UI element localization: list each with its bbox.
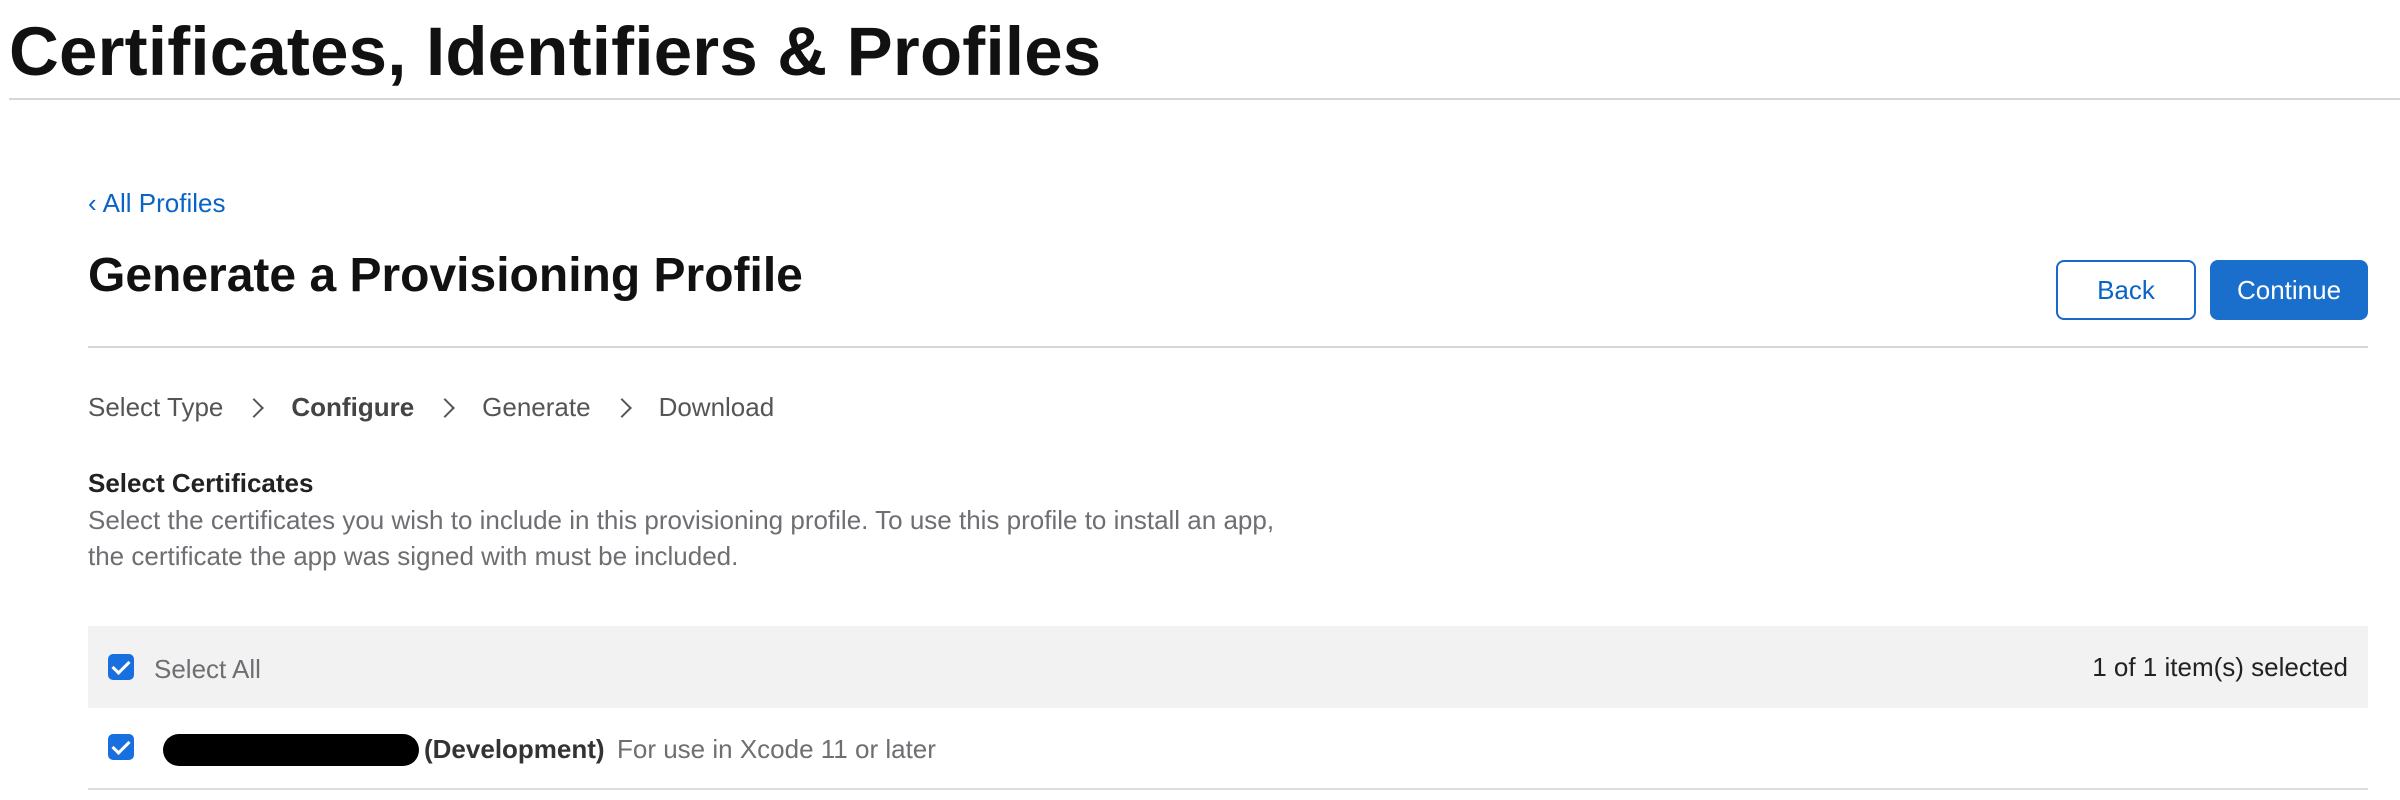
- select-certificates-description: Select the certificates you wish to incl…: [88, 502, 1388, 574]
- back-button[interactable]: Back: [2056, 260, 2196, 320]
- page: Certificates, Identifiers & Profiles ‹ Al…: [0, 0, 2400, 800]
- app-title: Certificates, Identifiers & Profiles: [9, 13, 1102, 90]
- step-configure: Configure: [291, 392, 415, 422]
- chevron-right-icon: [611, 397, 632, 418]
- continue-button[interactable]: Continue: [2210, 260, 2368, 320]
- all-profiles-link-label: All Profiles: [102, 188, 226, 218]
- chevron-right-icon: [435, 397, 456, 418]
- description-line: the certificate the app was signed with …: [88, 541, 739, 571]
- certificate-type: (Development): [424, 734, 605, 764]
- chevron-left-icon: ‹: [88, 188, 97, 218]
- selected-count: 1 of 1 item(s) selected: [2092, 652, 2348, 682]
- certificate-checkbox[interactable]: [108, 734, 134, 760]
- description-line: Select the certificates you wish to incl…: [88, 505, 1275, 535]
- redacted-certificate-name: [163, 734, 419, 766]
- step-breadcrumb: Select Type Configure Generate Download: [88, 392, 774, 423]
- certificate-note: For use in Xcode 11 or later: [617, 734, 936, 764]
- select-all-label[interactable]: Select All: [154, 654, 261, 685]
- section-divider: [88, 346, 2368, 348]
- select-all-row: Select All 1 of 1 item(s) selected: [88, 626, 2368, 708]
- step-select-type: Select Type: [88, 392, 224, 422]
- certificate-row: (Development) For use in Xcode 11 or lat…: [88, 708, 2368, 790]
- step-generate: Generate: [482, 392, 591, 422]
- page-title: Generate a Provisioning Profile: [88, 249, 803, 302]
- all-profiles-link[interactable]: ‹ All Profiles: [88, 188, 226, 219]
- step-download: Download: [658, 392, 775, 422]
- select-all-checkbox[interactable]: [108, 654, 134, 680]
- title-divider: [9, 98, 2400, 100]
- select-certificates-heading: Select Certificates: [88, 468, 314, 498]
- chevron-right-icon: [244, 397, 265, 418]
